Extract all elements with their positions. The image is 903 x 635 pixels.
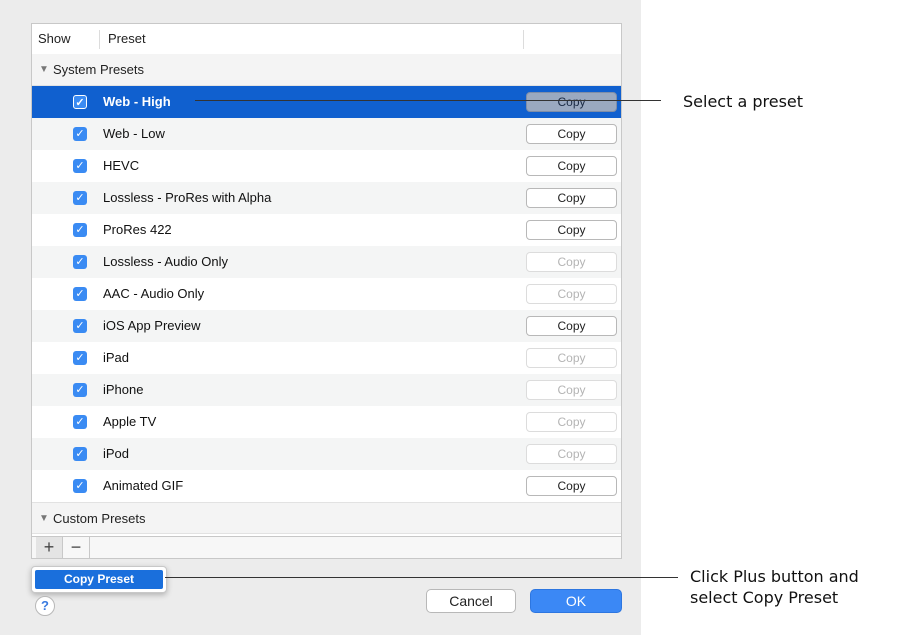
copy-button[interactable]: Copy [526, 156, 617, 176]
copy-button: Copy [526, 284, 617, 304]
menu-item-copy-preset[interactable]: Copy Preset [35, 570, 163, 589]
copy-button[interactable]: Copy [526, 316, 617, 336]
column-divider [523, 30, 524, 49]
table-row[interactable]: ✓ Apple TV Copy [32, 406, 621, 438]
callout-plus-line1: Click Plus button and [690, 567, 859, 586]
copy-button: Copy [526, 252, 617, 272]
preset-name: Animated GIF [103, 478, 184, 493]
show-checkbox[interactable]: ✓ [73, 415, 87, 429]
table-row[interactable]: ✓ Web - High Copy [32, 86, 621, 118]
copy-button: Copy [526, 380, 617, 400]
group-system-presets[interactable]: ▼ System Presets [32, 54, 621, 86]
table-row[interactable]: ✓ Lossless - ProRes with Alpha Copy [32, 182, 621, 214]
copy-button[interactable]: Copy [526, 188, 617, 208]
preset-name: iPad [103, 350, 130, 365]
column-divider [99, 30, 100, 49]
show-checkbox[interactable]: ✓ [73, 351, 87, 365]
remove-preset-button[interactable]: − [63, 537, 90, 558]
show-checkbox[interactable]: ✓ [73, 223, 87, 237]
copy-button[interactable]: Copy [526, 220, 617, 240]
callout-select-preset: Select a preset [683, 92, 804, 111]
table-row[interactable]: ✓ HEVC Copy [32, 150, 621, 182]
table-row[interactable]: ✓ iOS App Preview Copy [32, 310, 621, 342]
copy-button: Copy [526, 412, 617, 432]
show-checkbox[interactable]: ✓ [73, 159, 87, 173]
column-header-show[interactable]: Show [38, 24, 71, 54]
show-checkbox[interactable]: ✓ [73, 127, 87, 141]
column-header-preset[interactable]: Preset [108, 24, 146, 54]
callout-plus-line2: select Copy Preset [690, 588, 839, 607]
group-label: Custom Presets [53, 511, 146, 526]
copy-button[interactable]: Copy [526, 124, 617, 144]
show-checkbox[interactable]: ✓ [73, 95, 87, 109]
preset-name: Apple TV [103, 414, 157, 429]
table-row[interactable]: ✓ AAC - Audio Only Copy [32, 278, 621, 310]
show-checkbox[interactable]: ✓ [73, 319, 87, 333]
copy-button: Copy [526, 444, 617, 464]
table-header: Show Preset [32, 24, 621, 55]
table-row[interactable]: ✓ iPad Copy [32, 342, 621, 374]
table-row[interactable]: ✓ Lossless - Audio Only Copy [32, 246, 621, 278]
disclosure-triangle-icon[interactable]: ▼ [39, 54, 49, 85]
show-checkbox[interactable]: ✓ [73, 479, 87, 493]
preset-name: iOS App Preview [103, 318, 201, 333]
show-checkbox[interactable]: ✓ [73, 383, 87, 397]
preset-dialog: Show Preset ▼ System Presets ✓ Web - High… [0, 0, 641, 635]
show-checkbox[interactable]: ✓ [73, 191, 87, 205]
callout-line-select [195, 100, 661, 101]
disclosure-triangle-icon[interactable]: ▼ [39, 503, 49, 534]
copy-button[interactable]: Copy [526, 92, 617, 112]
show-checkbox[interactable]: ✓ [73, 255, 87, 269]
cancel-button[interactable]: Cancel [426, 589, 516, 613]
copy-button[interactable]: Copy [526, 476, 617, 496]
group-custom-presets[interactable]: ▼ Custom Presets [32, 502, 621, 534]
table-row[interactable]: ✓ iPhone Copy [32, 374, 621, 406]
preset-name: AAC - Audio Only [103, 286, 205, 301]
preset-name: ProRes 422 [103, 222, 172, 237]
preset-name: iPod [103, 446, 130, 461]
table-toolbar: + − [31, 537, 622, 559]
preset-name: Lossless - Audio Only [103, 254, 229, 269]
show-checkbox[interactable]: ✓ [73, 287, 87, 301]
add-popup-menu: Copy Preset [31, 566, 167, 593]
preset-name: HEVC [103, 158, 140, 173]
table-row[interactable]: ✓ ProRes 422 Copy [32, 214, 621, 246]
table-row[interactable]: ✓ Animated GIF Copy [32, 470, 621, 502]
preset-name: Web - Low [103, 126, 165, 141]
group-label: System Presets [53, 62, 145, 77]
copy-button: Copy [526, 348, 617, 368]
table-row[interactable]: ✓ Web - Low Copy [32, 118, 621, 150]
table-row[interactable]: ✓ iPod Copy [32, 438, 621, 470]
show-checkbox[interactable]: ✓ [73, 447, 87, 461]
ok-button[interactable]: OK [530, 589, 622, 613]
add-preset-button[interactable]: + [36, 537, 63, 558]
callout-line-plus [165, 577, 678, 578]
preset-name: Web - High [103, 94, 171, 109]
preset-name: iPhone [103, 382, 144, 397]
preset-name: Lossless - ProRes with Alpha [103, 190, 272, 205]
help-button[interactable]: ? [35, 596, 55, 616]
